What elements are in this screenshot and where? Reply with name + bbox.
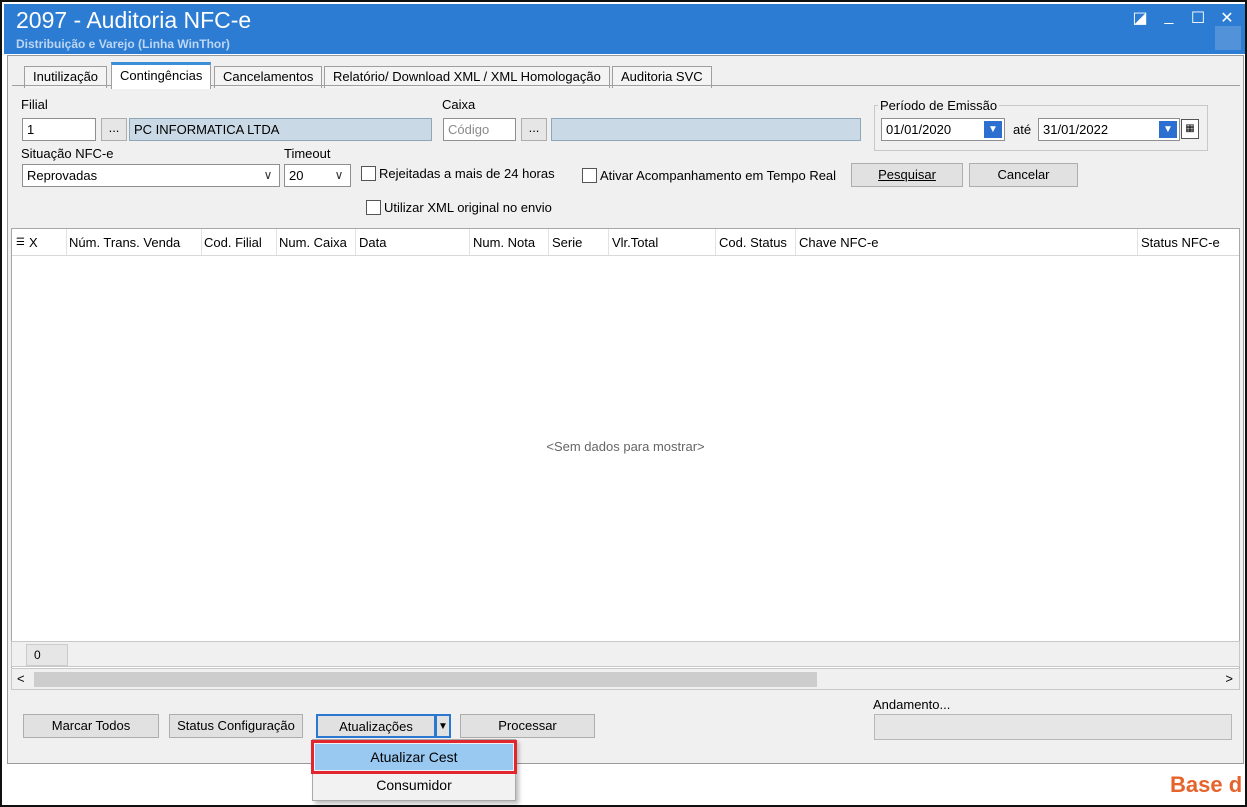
empty-message: <Sem dados para mostrar> [546,439,705,454]
periodo-label: Período de Emissão [878,98,1000,113]
calendar-icon[interactable]: ▦ [1181,119,1199,139]
horizontal-scrollbar[interactable]: < > [11,668,1240,690]
caixa-code-field[interactable]: Código [443,118,516,141]
date-from-dropdown-icon[interactable]: ▼ [984,121,1002,138]
situacao-label: Situação NFC-e [21,146,114,161]
date-from-value: 01/01/2020 [886,122,952,137]
column-separator [469,229,470,255]
processar-button[interactable]: Processar [460,714,595,738]
andamento-progress-bar [874,714,1232,740]
maximize-icon[interactable]: ☐ [1187,8,1209,28]
xml-original-label: Utilizar XML original no envio [384,200,552,215]
app-window: 2097 - Auditoria NFC-e Distribuição e Va… [0,0,1247,807]
timeout-value: 20 [289,168,304,183]
column-separator [355,229,356,255]
header-divider [12,255,1239,256]
date-to-dropdown-icon[interactable]: ▼ [1159,121,1177,138]
column-header[interactable]: Núm. Trans. Venda [69,235,180,250]
filial-code-field[interactable]: 1 [22,118,96,141]
situacao-value: Reprovadas [27,168,98,183]
minimize-icon[interactable]: _ [1158,8,1180,28]
restore-icon[interactable]: ◪ [1129,8,1151,28]
xml-original-checkbox[interactable] [366,200,381,215]
chevron-down-icon: ∨ [334,168,344,182]
column-header[interactable]: Chave NFC-e [799,235,878,250]
grid-footer: 0 [11,641,1240,667]
titlebar-accent [1215,26,1241,50]
filial-browse-button[interactable]: ... [101,118,127,141]
column-header[interactable]: Cod. Status [719,235,787,250]
column-header[interactable]: Num. Nota [473,235,535,250]
main-panel: Inutilização Contingências Cancelamentos… [7,55,1244,764]
menu-item-atualizar-cest[interactable]: Atualizar Cest [311,740,517,774]
filial-name-field: PC INFORMATICA LTDA [129,118,432,141]
column-chooser-icon[interactable]: ☰ [16,237,25,248]
column-header[interactable]: X [29,235,38,250]
acompanhamento-label: Ativar Acompanhamento em Tempo Real [600,168,837,183]
atualizacoes-button[interactable]: Atualizações [316,714,436,738]
filial-label: Filial [21,97,48,112]
title-bar: 2097 - Auditoria NFC-e Distribuição e Va… [4,4,1245,54]
menu-item-consumidor[interactable]: Consumidor [315,772,513,798]
date-separator: até [1013,122,1032,137]
column-separator [201,229,202,255]
cancelar-button[interactable]: Cancelar [969,163,1078,187]
results-grid: ☰ X Núm. Trans. Venda Cod. Filial Num. C… [11,228,1240,670]
caixa-label: Caixa [442,97,476,112]
caixa-name-field [551,118,861,141]
status-configuracao-button[interactable]: Status Configuração [169,714,303,738]
column-separator [795,229,796,255]
column-header[interactable]: Num. Caixa [279,235,347,250]
footer-count: 0 [26,644,68,666]
scroll-right-icon[interactable]: > [1225,671,1233,686]
column-header[interactable]: Data [359,235,386,250]
date-from-field[interactable]: 01/01/2020 ▼ [881,118,1005,141]
tab-contingencias[interactable]: Contingências [111,62,212,89]
chevron-down-icon: ∨ [263,168,273,182]
column-separator [715,229,716,255]
marcar-todos-button[interactable]: Marcar Todos [23,714,159,738]
brand-text: Base d [1170,772,1243,797]
column-header[interactable]: Serie [552,235,582,250]
date-to-field[interactable]: 31/01/2022 ▼ [1038,118,1180,141]
timeout-label: Timeout [284,146,331,161]
window-subtitle: Distribuição e Varejo (Linha WinThor) [16,37,230,51]
column-header[interactable]: Vlr.Total [612,235,658,250]
column-separator [66,229,67,255]
acompanhamento-checkbox[interactable] [582,168,597,183]
situacao-select[interactable]: Reprovadas ∨ [22,164,280,187]
column-separator [276,229,277,255]
column-header[interactable]: Status NFC-e [1141,235,1220,250]
rejeitadas-label: Rejeitadas a mais de 24 horas [379,166,555,181]
caixa-browse-button[interactable]: ... [521,118,547,141]
column-header[interactable]: Cod. Filial [204,235,262,250]
window-title: 2097 - Auditoria NFC-e [16,7,252,33]
atualizacoes-menu: Atualizar Cest Consumidor [311,739,517,801]
scrollbar-thumb[interactable] [34,672,817,687]
pesquisar-button[interactable]: Pesquisar [851,163,963,187]
andamento-label: Andamento... [873,697,951,712]
column-separator [1137,229,1138,255]
column-separator [608,229,609,255]
column-separator [548,229,549,255]
scroll-left-icon[interactable]: < [17,671,25,686]
date-to-value: 31/01/2022 [1043,122,1109,137]
timeout-select[interactable]: 20 ∨ [284,164,351,187]
atualizacoes-dropdown-icon[interactable]: ▼ [435,714,451,738]
close-icon[interactable]: ✕ [1216,8,1238,28]
rejeitadas-checkbox[interactable] [361,166,376,181]
